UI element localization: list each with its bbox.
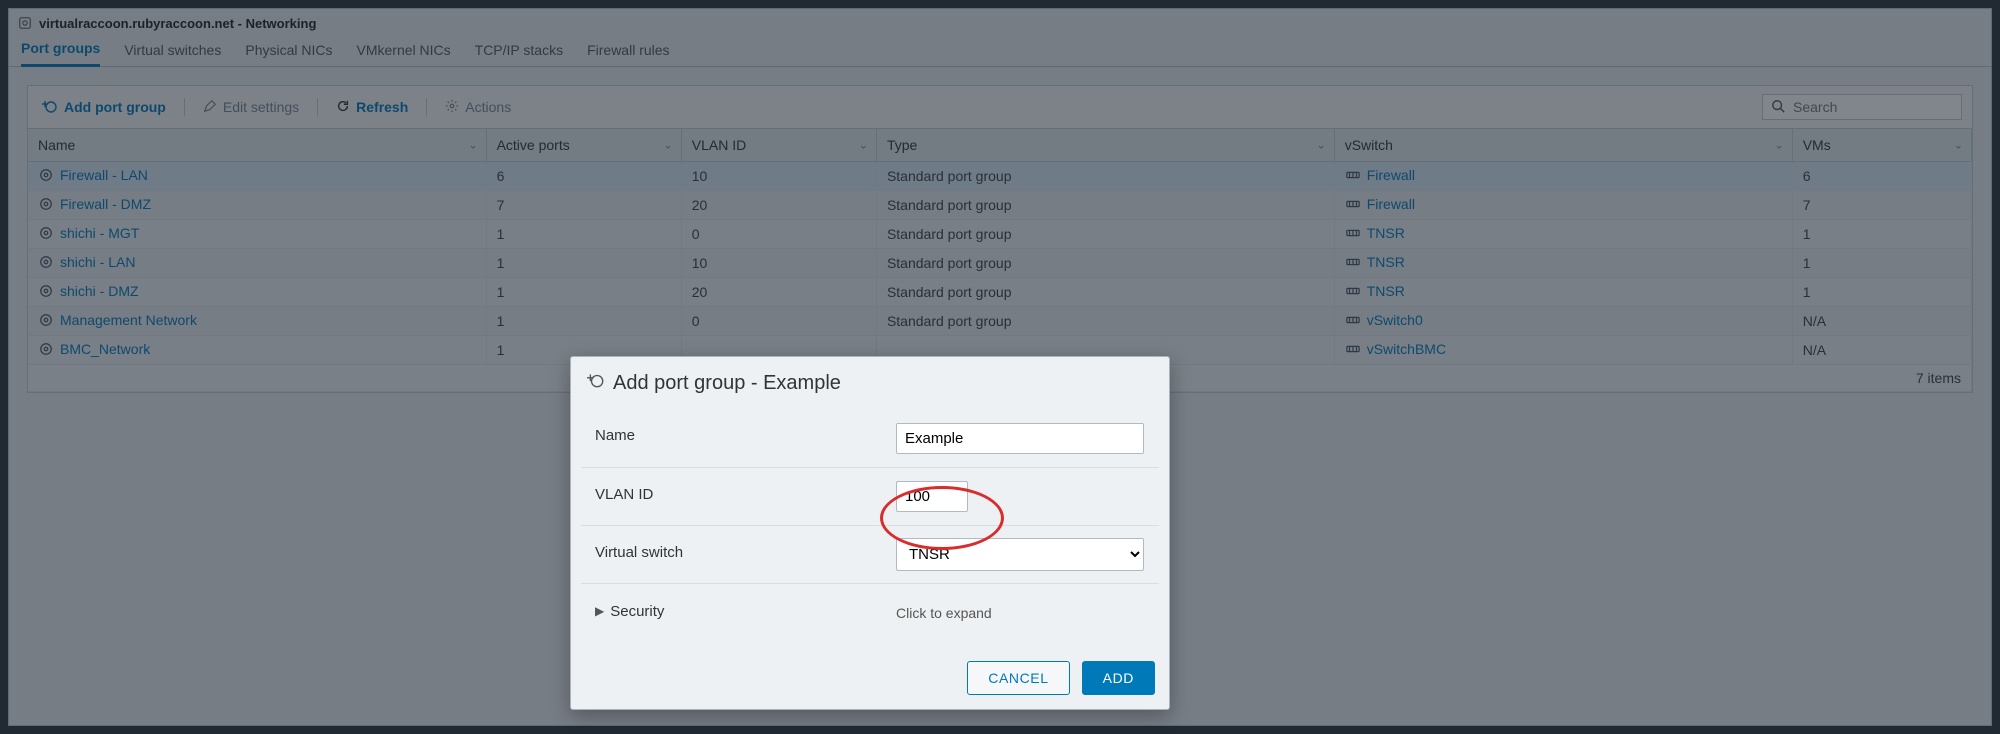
chevron-right-icon: ▶ xyxy=(595,604,604,618)
virtual-switch-select[interactable]: TNSR xyxy=(896,538,1144,571)
add-port-group-icon xyxy=(587,371,605,395)
add-port-group-dialog: Add port group - Example Name VLAN ID Vi… xyxy=(570,356,1170,710)
security-expander[interactable]: ▶ Security xyxy=(595,603,664,620)
name-label: Name xyxy=(581,409,896,467)
name-input[interactable] xyxy=(896,423,1144,454)
cancel-button[interactable]: CANCEL xyxy=(967,661,1069,695)
vlan-id-label: VLAN ID xyxy=(581,468,896,525)
virtual-switch-label: Virtual switch xyxy=(581,526,896,583)
dialog-title: Add port group - Example xyxy=(613,372,841,395)
vlan-id-input[interactable] xyxy=(896,481,968,512)
security-hint[interactable]: Click to expand xyxy=(896,605,992,621)
add-button[interactable]: ADD xyxy=(1082,661,1155,695)
